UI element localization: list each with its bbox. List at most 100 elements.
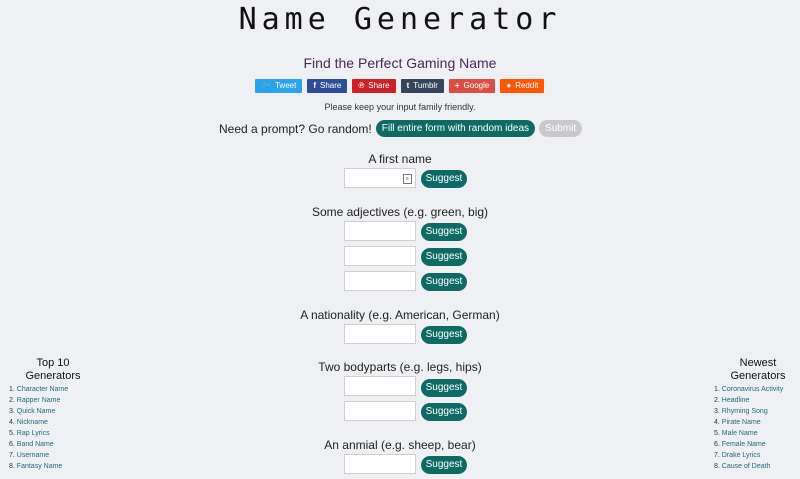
generator-list-item: 6. Female Name	[714, 439, 783, 450]
generator-list-item: 1. Character Name	[9, 384, 68, 395]
share-button-pinterest[interactable]: ℗ Share	[352, 79, 396, 93]
adjectives-label: Some adjectives (e.g. green, big)	[311, 205, 489, 219]
bodypart-input-2[interactable]	[344, 401, 416, 421]
reddit-icon: ●	[506, 81, 512, 90]
family-friendly-notice: Please keep your input family friendly.	[324, 102, 476, 112]
generator-list-item: 7. Drake Lyrics	[714, 450, 783, 461]
generator-list-item: 5. Male Name	[714, 428, 783, 439]
adjective-1-suggest-button[interactable]: Suggest	[421, 223, 467, 241]
keyboard-icon[interactable]: ≡	[403, 174, 412, 184]
list-number: 6.	[714, 441, 720, 448]
share-button-tumblr[interactable]: t Tumblr	[400, 79, 444, 93]
generator-link[interactable]: Rapper Name	[17, 397, 61, 404]
adjective-2-suggest-button[interactable]: Suggest	[421, 248, 467, 266]
random-fill-button[interactable]: Fill entire form with random ideas	[375, 120, 536, 137]
adjective-3-suggest-button[interactable]: Suggest	[421, 273, 467, 291]
generator-link[interactable]: Female Name	[722, 441, 766, 448]
generator-link[interactable]: Character Name	[17, 386, 68, 393]
animal-label: An anmial (e.g. sheep, bear)	[324, 438, 476, 452]
share-button-label: Share	[319, 81, 342, 90]
bodypart-input-1[interactable]	[344, 376, 416, 396]
generator-link[interactable]: Cause of Death	[722, 463, 771, 470]
generator-list-item: 2. Headline	[714, 395, 783, 406]
generator-link[interactable]: Coronavirus Activity	[722, 386, 783, 393]
generator-link[interactable]: Username	[17, 452, 49, 459]
facebook-icon: f	[313, 81, 316, 90]
list-number: 3.	[9, 408, 15, 415]
share-bar: 🐦 Tweet f Share ℗ Share t Tumblr + Google ● Reddit	[255, 79, 545, 93]
generator-link[interactable]: Quick Name	[17, 408, 56, 415]
top-generators-title-line2: Generators	[25, 370, 81, 382]
generator-list-item: 4. Nickname	[9, 417, 68, 428]
tumblr-icon: t	[406, 81, 410, 90]
pinterest-icon: ℗	[358, 81, 365, 90]
top-generators-title: Top 10 Generators	[8, 357, 98, 383]
list-number: 3.	[714, 408, 720, 415]
generator-list-item: 3. Quick Name	[9, 406, 68, 417]
generator-list-item: 2. Rapper Name	[9, 395, 68, 406]
top-generators-list: 1. Character Name 2. Rapper Name 3. Quick …	[9, 384, 68, 472]
submit-button[interactable]: Submit	[539, 120, 583, 137]
generator-list-item: 7. Username	[9, 450, 68, 461]
generator-list-item: 6. Band Name	[9, 439, 68, 450]
animal-suggest-button[interactable]: Suggest	[421, 456, 467, 474]
share-button-twitter[interactable]: 🐦 Tweet	[255, 79, 303, 93]
generator-link[interactable]: Rap Lyrics	[17, 430, 50, 437]
list-number: 5.	[714, 430, 720, 437]
top-generators-title-line1: Top 10	[36, 357, 70, 369]
page-title: Name Generator	[238, 2, 562, 37]
generator-list-item: 8. Fantasy Name	[9, 461, 68, 472]
generator-link[interactable]: Band Name	[17, 441, 54, 448]
adjective-input-1[interactable]	[344, 221, 416, 241]
newest-generators-list: 1. Coronavirus Activity 2. Headline 3. Rhy…	[714, 384, 783, 472]
twitter-icon: 🐦	[261, 81, 271, 90]
list-number: 4.	[9, 419, 15, 426]
list-number: 1.	[714, 386, 720, 393]
list-number: 7.	[9, 452, 15, 459]
adjective-input-3[interactable]	[344, 271, 416, 291]
list-number: 8.	[714, 463, 720, 470]
generator-list-item: 1. Coronavirus Activity	[714, 384, 783, 395]
google-icon: +	[454, 81, 460, 90]
list-number: 1.	[9, 386, 15, 393]
nationality-suggest-button[interactable]: Suggest	[421, 326, 467, 344]
newest-generators-title-line2: Generators	[730, 370, 786, 382]
list-number: 7.	[714, 452, 720, 459]
prompt-text: Need a prompt? Go random!	[219, 121, 372, 136]
bodypart-2-suggest-button[interactable]: Suggest	[421, 403, 467, 421]
generator-list-item: 4. Pirate Name	[714, 417, 783, 428]
first-name-suggest-button[interactable]: Suggest	[421, 170, 467, 188]
share-button-label: Google	[463, 81, 490, 90]
first-name-label: A first name	[368, 152, 432, 166]
list-number: 6.	[9, 441, 15, 448]
share-button-facebook[interactable]: f Share	[307, 79, 348, 93]
generator-link[interactable]: Fantasy Name	[17, 463, 63, 470]
list-number: 8.	[9, 463, 15, 470]
nationality-input[interactable]	[344, 324, 416, 344]
generator-list-item: 3. Rhyming Song	[714, 406, 783, 417]
nationality-label: A nationality (e.g. American, German)	[300, 308, 500, 322]
generator-link[interactable]: Pirate Name	[722, 419, 761, 426]
share-button-google[interactable]: + Google	[448, 79, 496, 93]
generator-link[interactable]: Headline	[722, 397, 750, 404]
list-number: 2.	[9, 397, 15, 404]
newest-generators-title-line1: Newest	[739, 357, 777, 369]
first-name-input[interactable]: ≡	[344, 168, 416, 188]
animal-input[interactable]	[344, 454, 416, 474]
share-button-label: Tweet	[274, 81, 297, 90]
share-button-label: Share	[368, 81, 390, 90]
list-number: 5.	[9, 430, 15, 437]
list-number: 4.	[714, 419, 720, 426]
newest-generators-title: Newest Generators	[713, 357, 800, 383]
bodyparts-label: Two bodyparts (e.g. legs, hips)	[318, 360, 482, 374]
page-subtitle: Find the Perfect Gaming Name	[303, 55, 497, 71]
adjective-input-2[interactable]	[344, 246, 416, 266]
bodypart-1-suggest-button[interactable]: Suggest	[421, 379, 467, 397]
share-button-reddit[interactable]: ● Reddit	[500, 79, 545, 93]
generator-link[interactable]: Male Name	[722, 430, 758, 437]
generator-link[interactable]: Rhyming Song	[722, 408, 768, 415]
share-button-label: Tumblr	[413, 81, 438, 90]
generator-link[interactable]: Drake Lyrics	[722, 452, 761, 459]
generator-list-item: 8. Cause of Death	[714, 461, 783, 472]
generator-link[interactable]: Nickname	[17, 419, 48, 426]
